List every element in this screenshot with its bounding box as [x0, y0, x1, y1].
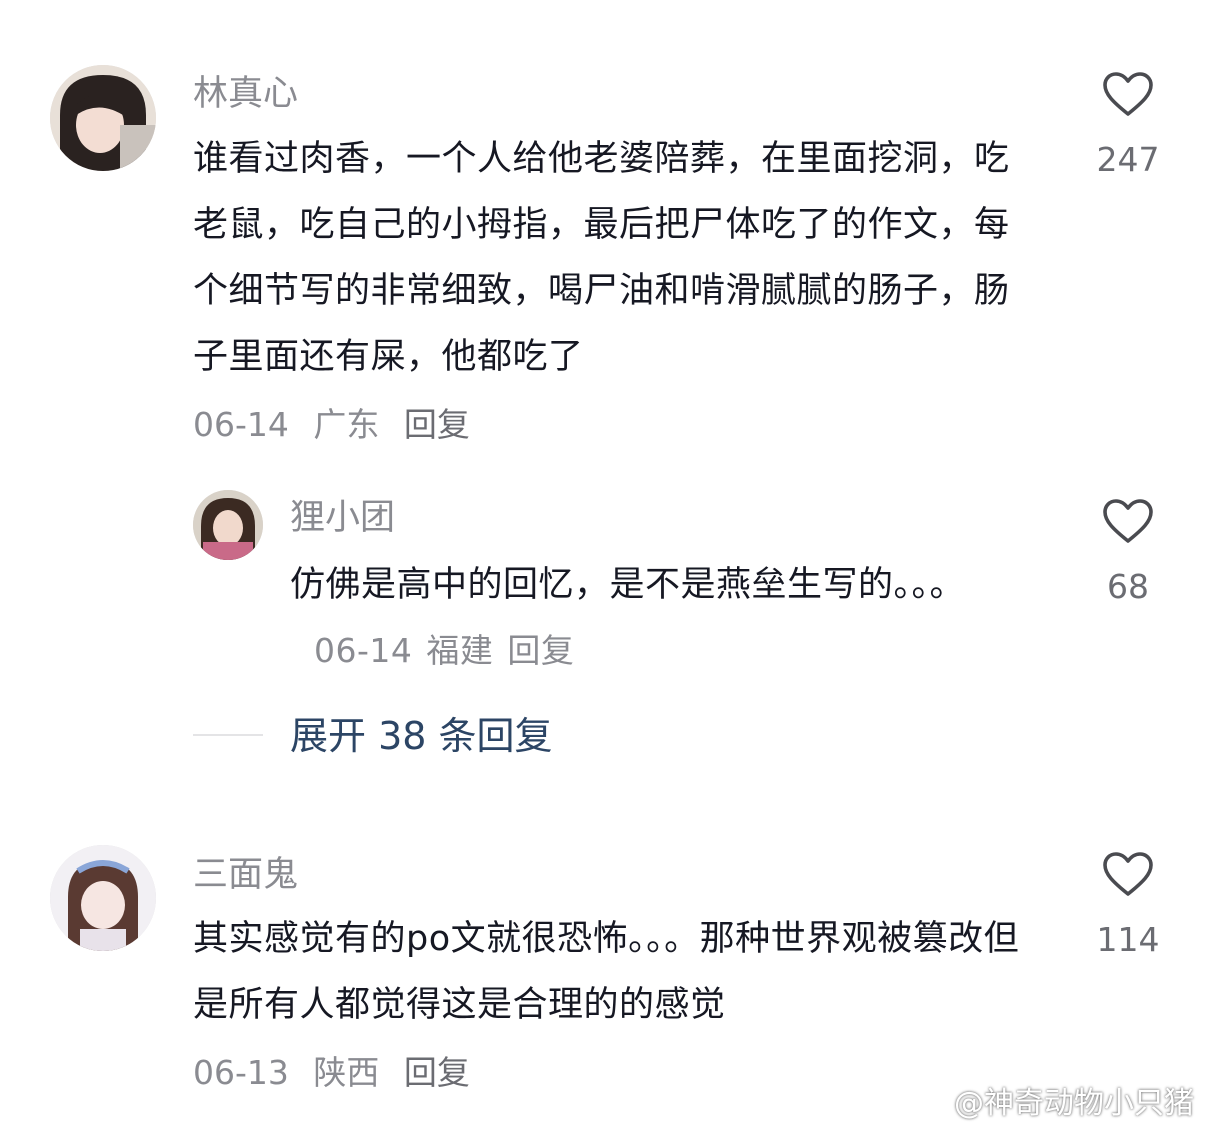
comment-date: 06-13	[193, 1053, 289, 1092]
reply-text: 仿佛是高中的回忆，是不是燕垒生写的。。。 06-14 福建 回复	[290, 552, 970, 684]
comment-username[interactable]: 林真心	[193, 74, 298, 114]
like-button[interactable]: 68	[1083, 497, 1173, 607]
like-button[interactable]: 247	[1083, 70, 1173, 180]
comment-meta: 06-14 广东 回复	[193, 405, 484, 445]
reply-button[interactable]: 回复	[507, 631, 574, 670]
reply-location: 福建	[426, 631, 494, 670]
reply-button[interactable]: 回复	[404, 1053, 470, 1092]
comment-username[interactable]: 三面鬼	[193, 855, 298, 895]
watermark: @神奇动物小只猪	[910, 1078, 1194, 1122]
comment-text: 谁看过肉香，一个人给他老婆陪葬，在里面挖洞，吃老鼠，吃自己的小拇指，最后把尸体吃…	[193, 139, 1010, 377]
reply-username[interactable]: 狸小团	[290, 498, 395, 538]
comment-text: 其实感觉有的po文就很恐怖。。。那种世界观被篡改但是所有人都觉得这是合理的的感觉	[193, 919, 1020, 1025]
watermark-text: @神奇动物小只猪	[954, 1086, 1194, 1121]
reply-button[interactable]: 回复	[404, 405, 470, 444]
expand-divider	[193, 734, 263, 736]
comment-date: 06-14	[193, 405, 289, 444]
heart-outline-icon	[1103, 499, 1153, 543]
heart-outline-icon	[1103, 72, 1153, 116]
comment-location: 陕西	[313, 1053, 380, 1092]
like-count: 247	[1096, 140, 1160, 179]
heart-outline-icon	[1103, 852, 1153, 896]
avatar[interactable]	[50, 845, 156, 951]
like-button[interactable]: 114	[1083, 850, 1173, 960]
reply-meta: 06-14 福建 回复	[314, 631, 588, 670]
reply-text-content: 仿佛是高中的回忆，是不是燕垒生写的。。。	[290, 565, 966, 605]
weibo-logo-icon	[910, 1089, 947, 1117]
comment-location: 广东	[313, 405, 380, 444]
avatar[interactable]	[50, 65, 156, 171]
like-count: 114	[1096, 920, 1160, 959]
like-count: 68	[1107, 567, 1149, 606]
reply-date: 06-14	[314, 631, 413, 670]
avatar[interactable]	[193, 490, 263, 560]
comment-meta: 06-13 陕西 回复	[193, 1053, 484, 1093]
expand-replies-button[interactable]: 展开 38 条回复	[290, 714, 553, 758]
